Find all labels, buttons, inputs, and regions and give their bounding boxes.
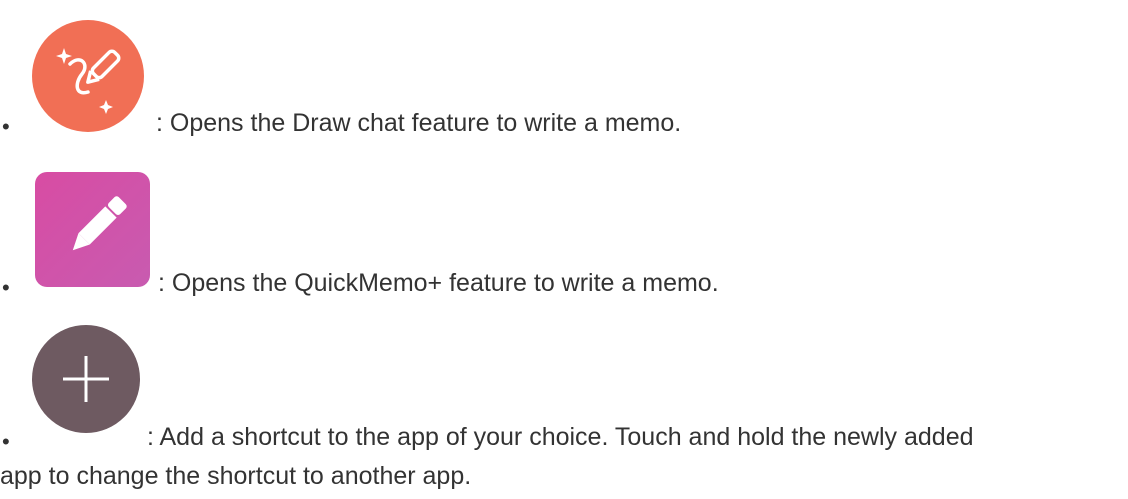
bullet: •: [2, 114, 10, 139]
quickmemo-description: : Opens the QuickMemo+ feature to write …: [158, 269, 719, 297]
add-plus-icon: [29, 322, 143, 436]
bullet: •: [2, 429, 10, 454]
add-shortcut-description-line2: app to change the shortcut to another ap…: [0, 462, 472, 490]
draw-chat-description: : Opens the Draw chat feature to write a…: [156, 109, 682, 137]
bullet: •: [2, 275, 10, 300]
draw-chat-icon: [30, 18, 146, 134]
add-shortcut-description-line1: : Add a shortcut to the app of your choi…: [147, 423, 974, 451]
quickmemo-pencil-icon: [34, 171, 151, 288]
